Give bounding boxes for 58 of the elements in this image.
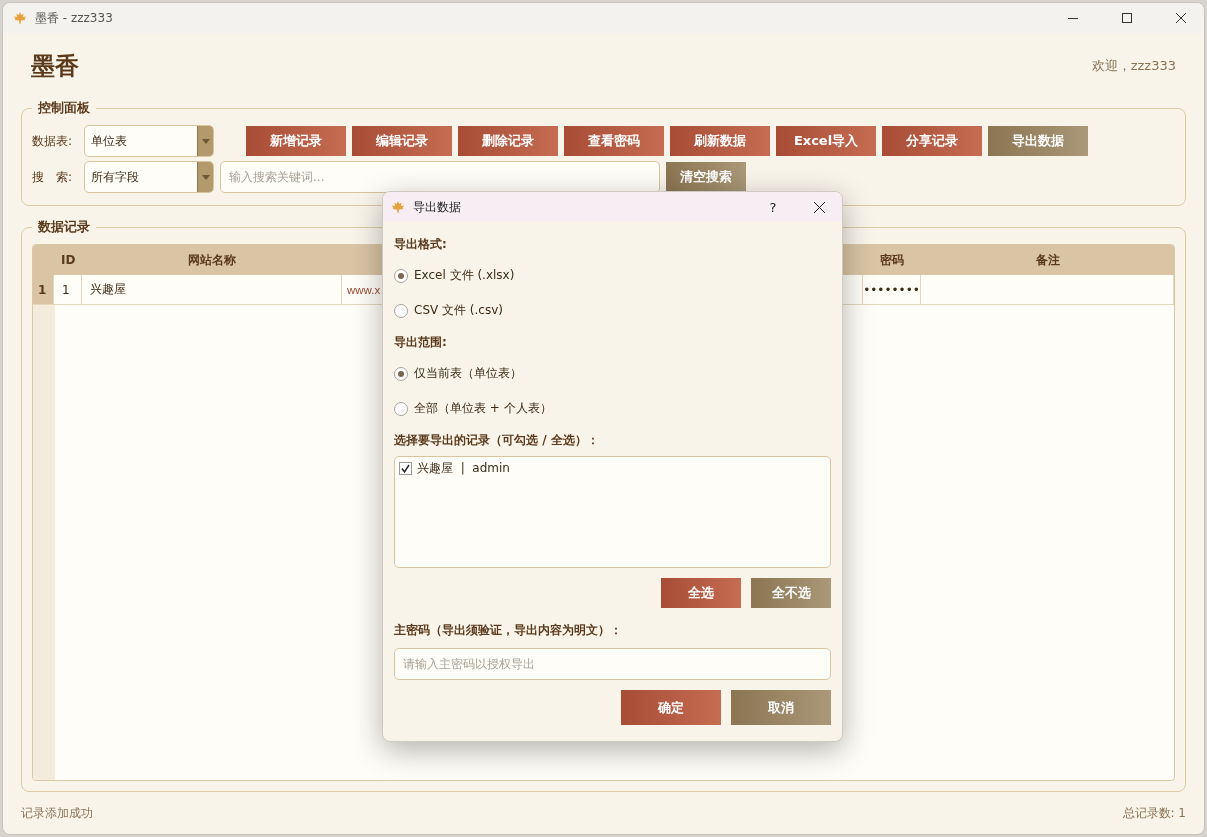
dialog-title: 导出数据 (413, 198, 462, 216)
status-message: 记录添加成功 (21, 804, 93, 822)
field-select[interactable]: 所有字段 (84, 161, 214, 193)
select-button[interactable]: 全选 (661, 578, 741, 608)
table-cell: •••••••• (863, 275, 921, 305)
select-button[interactable]: 全不选 (751, 578, 831, 608)
radio-label: 全部（单位表 + 个人表） (414, 400, 552, 417)
toolbar-button[interactable]: 导出数据 (988, 126, 1088, 156)
section-label: 导出格式: (394, 235, 448, 253)
table-cell: 1 (54, 275, 82, 305)
toolbar-button[interactable]: 删除记录 (458, 126, 558, 156)
row-number: 1 (33, 275, 54, 305)
dialog-button[interactable]: 确定 (621, 690, 721, 725)
record-count: 总记录数: 1 (1122, 804, 1186, 822)
column-header[interactable]: 网站名称 (82, 245, 342, 275)
clear-search-button[interactable]: 清空搜索 (666, 162, 746, 192)
minimize-icon (1068, 17, 1078, 19)
field-label: 搜 索: (32, 168, 74, 186)
dialog-button[interactable]: 取消 (731, 690, 831, 725)
toolbar-button[interactable]: 新增记录 (246, 126, 346, 156)
toolbar-button[interactable]: 分享记录 (882, 126, 982, 156)
radio-button[interactable] (394, 268, 408, 283)
field-label: 数据表: (32, 132, 74, 150)
welcome-text: 欢迎，zzz333 (1091, 57, 1176, 75)
checkbox[interactable] (399, 461, 412, 475)
toolbar-button[interactable]: 刷新数据 (670, 126, 770, 156)
close-icon (1176, 13, 1186, 23)
radio-button[interactable] (394, 366, 408, 381)
column-header[interactable]: ID (54, 245, 82, 275)
radio-button[interactable] (394, 303, 408, 318)
section-label: 导出范围: (394, 333, 448, 351)
check-icon (401, 463, 410, 473)
column-header[interactable]: 密码 (863, 245, 921, 275)
record-item[interactable]: 兴趣屋 | admin (417, 459, 510, 477)
window-title: 墨香 - zzz333 (35, 9, 114, 27)
radio-label: 仅当前表（单位表） (414, 365, 522, 382)
section-label: 选择要导出的记录（可勾选 / 全选）： (394, 431, 600, 449)
panel-legend: 控制面板 (32, 99, 96, 117)
search-field[interactable]: 输入搜索关键词... (220, 161, 660, 193)
radio-label: CSV 文件 (.csv) (414, 302, 503, 319)
caret-icon (201, 174, 210, 180)
toolbar-button[interactable]: 查看密码 (564, 126, 664, 156)
help-button[interactable]: ? (758, 199, 788, 215)
panel-legend: 数据记录 (32, 218, 96, 236)
radio-button[interactable] (394, 401, 408, 416)
password-field[interactable]: 请输入主密码以授权导出 (394, 648, 831, 680)
close-icon (813, 201, 825, 213)
leaf-icon (13, 11, 27, 25)
app-name: 墨香 (31, 51, 79, 82)
table-cell: 兴趣屋 (82, 275, 342, 305)
maximize-icon (1122, 13, 1132, 23)
column-header[interactable]: 备注 (921, 245, 1174, 275)
toolbar-button[interactable]: Excel导入 (776, 126, 876, 156)
caret-icon (201, 138, 210, 144)
section-label: 主密码（导出须验证，导出内容为明文）： (394, 621, 623, 639)
toolbar-button[interactable]: 编辑记录 (352, 126, 452, 156)
table-select[interactable]: 单位表 (84, 125, 214, 157)
leaf-icon (391, 200, 405, 214)
